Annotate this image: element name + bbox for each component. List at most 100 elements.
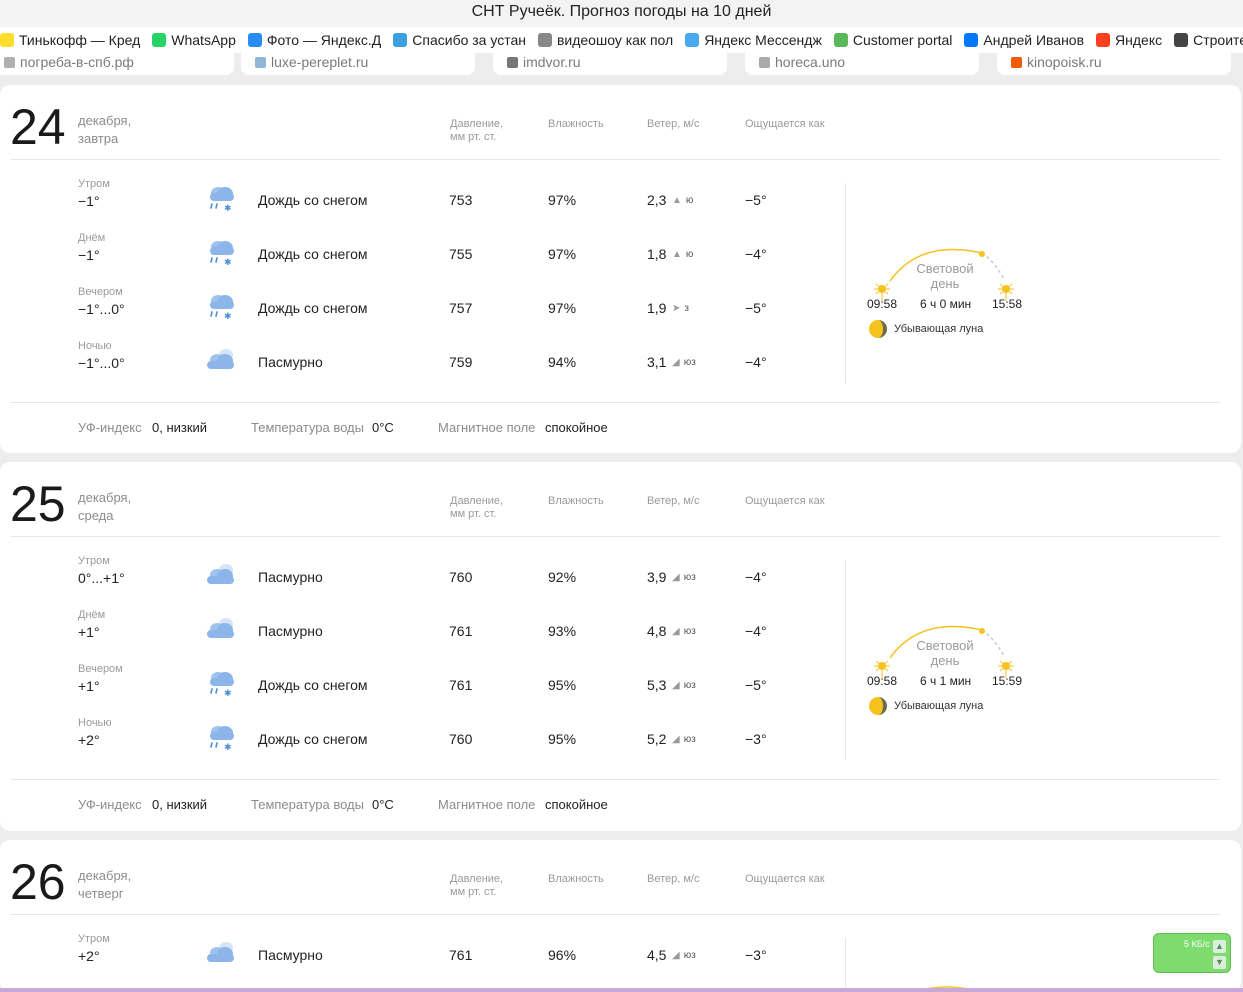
column-header-wind: Ветер, м/с [647, 118, 700, 130]
day-weekday: среда [78, 508, 114, 523]
forecast-row: Ночью −1°...0° Пасмурно 759 94% 3,1 −4° ◢ юз [0, 339, 840, 393]
widget-down-icon[interactable]: ▼ [1213, 956, 1226, 969]
bookmark-1[interactable]: WhatsApp [152, 32, 236, 48]
column-header-pressure: Давление, мм рт. ст. [450, 495, 504, 520]
water-temp-label: Температура воды [251, 797, 364, 812]
bookmark-label: Яндекс [1115, 32, 1163, 48]
moon-icon [868, 697, 894, 716]
feels-like: −5° [745, 192, 767, 208]
thanks-icon [393, 33, 408, 47]
tile-1[interactable]: luxe-pereplet.ru [241, 53, 475, 75]
construction-icon [1174, 33, 1189, 47]
forecast-row: Днём −1° Дождь со снегом 755 97% 1,8 −4° ✱ ▲ ю [0, 231, 840, 285]
pressure-value: 760 [449, 569, 473, 585]
part-of-day: Вечером [78, 663, 123, 675]
forecast-row: Днём +1° Пасмурно 761 93% 4,8 −4° ◢ юз [0, 608, 840, 662]
bookmark-3[interactable]: Спасибо за устан [393, 32, 526, 48]
wind-speed: 4,8 [647, 623, 667, 639]
column-header-feels: Ощущается как [745, 495, 825, 507]
humidity-value: 93% [548, 623, 577, 639]
forecast-row: Ночью +2° Дождь со снегом 760 95% 5,2 −3° ✱ ◢ юз [0, 716, 840, 770]
bookmark-label: видеошоу как пол [556, 32, 674, 48]
column-header-wind: Ветер, м/с [647, 873, 700, 885]
wind-direction: ◢ юз [672, 355, 696, 371]
bookmark-6[interactable]: Customer portal [833, 32, 953, 48]
divider [11, 914, 1220, 915]
rain-snow-icon: ✱ [204, 182, 238, 214]
part-of-day: Утром [78, 178, 110, 190]
moon-icon [868, 320, 894, 339]
wind-direction-label: ю [685, 195, 694, 206]
uv-value: 0, низкий [152, 420, 208, 435]
magnetic-value: спокойное [545, 420, 608, 435]
svg-text:✱: ✱ [224, 258, 232, 266]
overcast-icon [204, 559, 238, 589]
wind-speed: 3,1 [647, 354, 667, 370]
part-of-day: Днём [78, 609, 106, 621]
pressure-value: 761 [449, 677, 473, 693]
temperature: +1° [78, 624, 100, 640]
temperature: −1° [78, 247, 100, 263]
bookmark-2[interactable]: Фото — Яндекс.Д [247, 32, 381, 48]
pressure-value: 760 [449, 731, 473, 747]
overcast-icon [204, 613, 238, 643]
daylight-label: Световой день [916, 638, 974, 668]
divider [11, 536, 1220, 537]
bookmarks-bar: Тинькофф — Кред WhatsApp Фото — Яндекс.Д Сп… [0, 27, 1243, 53]
yandex-disk-icon [247, 33, 262, 47]
tinkoff-icon [0, 33, 14, 47]
day-length: 6 ч 0 мин [920, 297, 972, 311]
wind-direction-label: юз [683, 734, 696, 745]
day-number: 24 [10, 99, 66, 155]
tile-label: погреба-в-спб.рф [20, 54, 134, 70]
day-month: декабря, [78, 113, 132, 128]
bookmark-4[interactable]: видеошоу как пол [537, 32, 674, 48]
day-month: декабря, [78, 868, 132, 883]
temperature: +2° [78, 948, 100, 964]
day-meta: декабря, четверг [78, 867, 131, 903]
humidity-value: 97% [548, 192, 577, 208]
vertical-divider [845, 183, 846, 383]
bookmark-label: Строительные м [1193, 32, 1243, 48]
temperature: −1°...0° [78, 355, 125, 371]
condition: Пасмурно [258, 569, 323, 585]
bookmark-5[interactable]: Яндекс Мессендж [685, 32, 822, 48]
wind-direction: ◢ юз [672, 948, 696, 964]
feels-like: −4° [745, 569, 767, 585]
tile-0[interactable]: погреба-в-спб.рф [0, 53, 234, 75]
magnetic-value: спокойное [545, 797, 608, 812]
sunrise-time: 09:58 [867, 674, 898, 688]
pressure-value: 761 [449, 623, 473, 639]
moon-label: Убывающая луна [894, 700, 984, 712]
temperature: −1° [78, 193, 100, 209]
humidity-value: 97% [548, 300, 577, 316]
uv-label: УФ-индекс [78, 797, 142, 812]
bookmark-label: Customer portal [852, 32, 953, 48]
tile-4[interactable]: kinopoisk.ru [997, 53, 1231, 75]
tile-2[interactable]: imdvor.ru [493, 53, 727, 75]
divider [11, 779, 1220, 780]
condition: Дождь со снегом [258, 192, 368, 208]
widget-up-icon[interactable]: ▲ [1213, 940, 1226, 953]
forecast-row: Утром −1° Дождь со снегом 753 97% 2,3 −5° ✱ ▲ ю [0, 177, 840, 231]
daylight-widget: Световой день 09:58 6 ч 0 мин 15:58 [860, 219, 1050, 379]
wind-arrow-icon: ◢ [672, 572, 680, 583]
bookmark-7[interactable]: Андрей Иванов [964, 32, 1084, 48]
forecast-row: Вечером −1°...0° Дождь со снегом 757 97% 1,9 −… [0, 285, 840, 339]
wind-arrow-icon: ◢ [672, 680, 680, 691]
tile-3[interactable]: horeca.uno [745, 53, 979, 75]
column-header-pressure: Давление, мм рт. ст. [450, 873, 504, 898]
day-card-24: 24 декабря, завтра Давление, мм рт. ст. Влаж… [0, 85, 1241, 453]
wind-direction: ◢ юз [672, 570, 696, 586]
rain-snow-icon: ✱ [204, 667, 238, 699]
bookmark-9[interactable]: Строительные м [1174, 32, 1243, 48]
svg-text:✱: ✱ [224, 204, 232, 212]
wind-direction-label: юз [683, 680, 696, 691]
bookmark-8[interactable]: Яндекс [1096, 32, 1162, 48]
condition: Дождь со снегом [258, 677, 368, 693]
svg-text:✱: ✱ [224, 689, 232, 697]
bookmark-0[interactable]: Тинькофф — Кред [0, 32, 140, 48]
feels-like: −3° [745, 731, 767, 747]
network-speed-widget[interactable]: 5 КБ/с ▲ ▼ [1153, 933, 1231, 973]
pressure-value: 759 [449, 354, 473, 370]
